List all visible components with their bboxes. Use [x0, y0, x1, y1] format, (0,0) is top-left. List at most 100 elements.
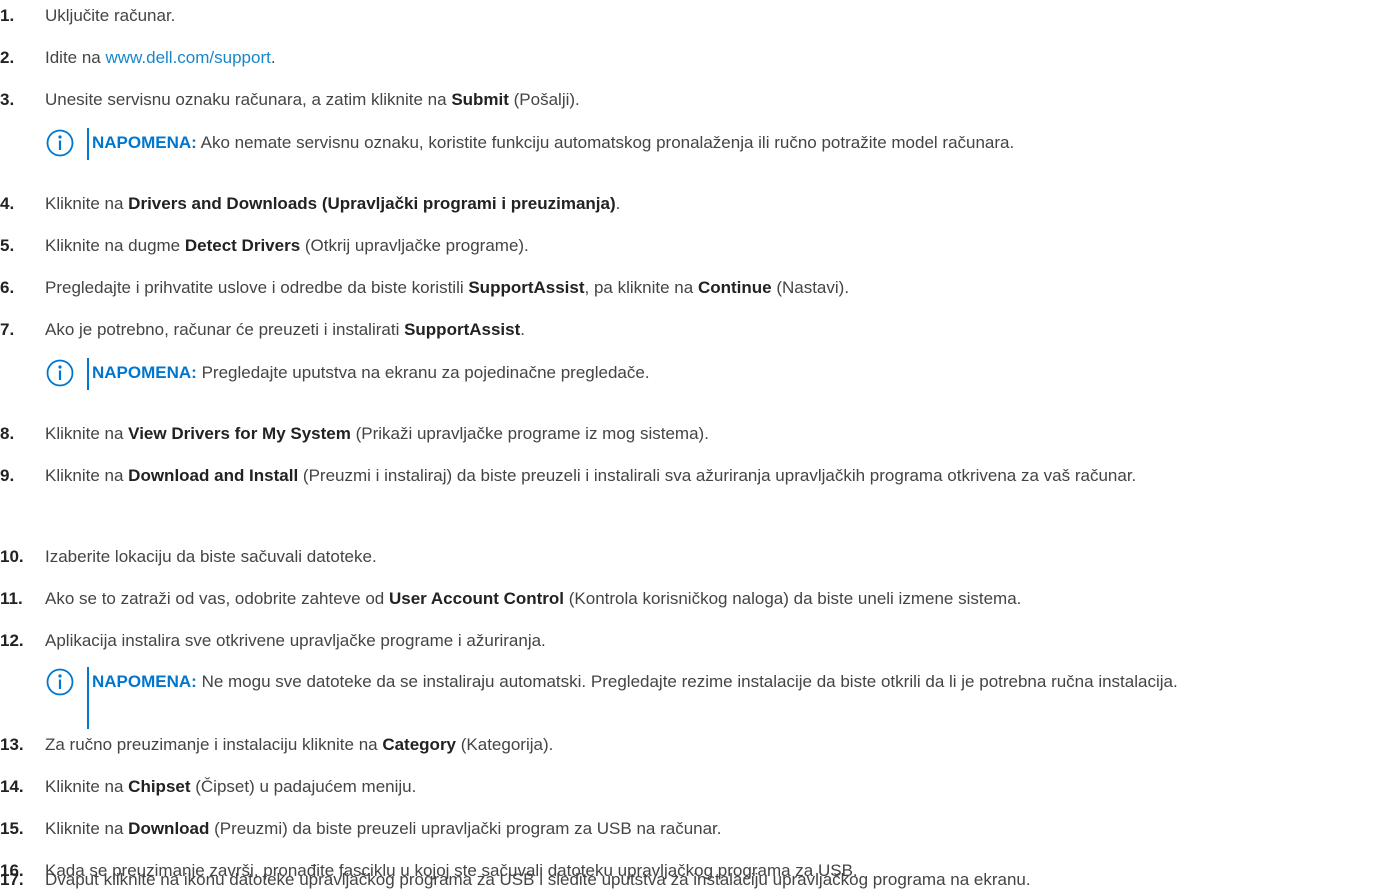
- step-text: Dvaput kliknite na ikonu datoteke upravl…: [0, 867, 1400, 892]
- info-icon: [45, 667, 79, 697]
- list-item: 15. Kliknite na Download (Preuzmi) da bis…: [0, 816, 1400, 841]
- step-text: Aplikacija instalira sve otkrivene uprav…: [0, 628, 1400, 653]
- step-text-part: (Kontrola korisničkog naloga) da biste u…: [564, 589, 1022, 608]
- step-number: 17.: [0, 870, 24, 889]
- list-item: 5. Kliknite na dugme Detect Drivers (Otkr…: [0, 233, 1400, 258]
- ui-term: Detect Drivers: [184, 236, 301, 255]
- list-item: 2. Idite na www.dell.com/support.: [0, 45, 1400, 70]
- step-text: Kliknite na Drivers and Downloads (Uprav…: [0, 191, 1400, 216]
- step-text-part: Kliknite na dugme: [45, 236, 185, 255]
- note-box: NAPOMENA: Ne mogu sve datoteke da se ins…: [45, 667, 1332, 731]
- step-number: 9.: [0, 466, 15, 485]
- step-text: Kliknite na dugme Detect Drivers (Otkrij…: [0, 233, 1400, 258]
- step-text: Kliknite na Download (Preuzmi) da biste …: [0, 816, 1400, 841]
- ui-term: SupportAssist: [404, 320, 521, 339]
- step-number: 15.: [0, 819, 24, 838]
- step-text: Kliknite na Download and Install (Preuzm…: [0, 463, 1394, 488]
- info-icon: [45, 358, 79, 388]
- step-text-part: (Prikaži upravljačke programe iz mog sis…: [350, 424, 709, 443]
- note-text: NAPOMENA: Ne mogu sve datoteke da se ins…: [45, 667, 1332, 697]
- step-number: 7.: [0, 320, 15, 339]
- step-text: Unesite servisnu oznaku računara, a zati…: [0, 87, 1400, 112]
- step-text: Kliknite na View Drivers for My System (…: [0, 421, 1400, 446]
- step-text-part: Za ručno preuzimanje i instalaciju klikn…: [45, 735, 383, 754]
- step-number: 12.: [0, 631, 24, 650]
- note-text: NAPOMENA: Ako nemate servisnu oznaku, ko…: [45, 128, 1332, 158]
- step-text-part: .: [615, 194, 621, 213]
- step-text-part: Uključite računar.: [45, 6, 176, 25]
- step-number: 13.: [0, 735, 24, 754]
- step-number: 10.: [0, 547, 24, 566]
- list-item: 4. Kliknite na Drivers and Downloads (Upr…: [0, 191, 1400, 216]
- note-divider: [87, 128, 89, 160]
- step-text-part: (Pošalji).: [508, 90, 580, 109]
- list-item: 13. Za ručno preuzimanje i instalaciju kl…: [0, 732, 1400, 757]
- step-text-part: (Otkrij upravljačke programe).: [300, 236, 529, 255]
- step-number: 3.: [0, 90, 15, 109]
- support-link[interactable]: www.dell.com/support: [106, 48, 271, 67]
- step-text-part: (Preuzmi) da biste preuzeli upravljački …: [209, 819, 722, 838]
- note-box: NAPOMENA: Ako nemate servisnu oznaku, ko…: [45, 128, 1332, 162]
- note-label: NAPOMENA:: [92, 363, 197, 382]
- step-number: 5.: [0, 236, 15, 255]
- list-item: 7. Ako je potrebno, računar će preuzeti i…: [0, 317, 1400, 342]
- ui-term: Chipset: [128, 777, 191, 796]
- step-text-part: Kliknite na: [45, 819, 129, 838]
- list-item: 14. Kliknite na Chipset (Čipset) u padaju…: [0, 774, 1400, 799]
- list-item: 10. Izaberite lokaciju da biste sačuvali …: [0, 544, 1400, 569]
- step-text: Izaberite lokaciju da biste sačuvali dat…: [0, 544, 1400, 569]
- step-text-part: (Čipset) u padajućem meniju.: [190, 777, 417, 796]
- step-text: Uključite računar.: [0, 3, 1400, 28]
- list-item: 12. Aplikacija instalira sve otkrivene up…: [0, 628, 1400, 653]
- step-text-part: (Kategorija).: [456, 735, 554, 754]
- note-box: NAPOMENA: Pregledajte uputstva na ekranu…: [45, 358, 1332, 392]
- note-body: Pregledajte uputstva na ekranu za pojedi…: [196, 363, 650, 382]
- note-label: NAPOMENA:: [92, 133, 197, 152]
- list-item: 17. Dvaput kliknite na ikonu datoteke upr…: [0, 867, 1400, 892]
- ui-term: Download: [128, 819, 210, 838]
- note-label: NAPOMENA:: [92, 672, 197, 691]
- step-text-part: .: [270, 48, 276, 67]
- step-number: 6.: [0, 278, 15, 297]
- step-number: 4.: [0, 194, 15, 213]
- ui-term: SupportAssist: [468, 278, 585, 297]
- info-icon: [45, 128, 79, 158]
- step-text-part: Unesite servisnu oznaku računara, a zati…: [45, 90, 452, 109]
- ui-term: Continue: [697, 278, 772, 297]
- step-number: 8.: [0, 424, 15, 443]
- step-number: 2.: [0, 48, 15, 67]
- note-divider: [87, 358, 89, 390]
- step-number: 1.: [0, 6, 15, 25]
- note-text: NAPOMENA: Pregledajte uputstva na ekranu…: [45, 358, 1332, 388]
- step-text-part: Kliknite na: [45, 466, 129, 485]
- list-item: 9. Kliknite na Download and Install (Preu…: [0, 463, 1394, 488]
- step-text: Ako se to zatraži od vas, odobrite zahte…: [0, 586, 1400, 611]
- step-text-part: Aplikacija instalira sve otkrivene uprav…: [45, 631, 546, 650]
- list-item: 3. Unesite servisnu oznaku računara, a za…: [0, 87, 1400, 112]
- note-body: Ne mogu sve datoteke da se instaliraju a…: [196, 672, 1178, 691]
- step-number: 14.: [0, 777, 24, 796]
- note-body: Ako nemate servisnu oznaku, koristite fu…: [196, 133, 1015, 152]
- step-text-part: (Preuzmi i instaliraj) da biste preuzeli…: [298, 466, 1137, 485]
- step-text-part: (Nastavi).: [771, 278, 850, 297]
- note-divider: [87, 667, 89, 729]
- step-text-part: , pa kliknite na: [584, 278, 698, 297]
- step-text-part: .: [520, 320, 525, 339]
- ui-term: Download and Install: [128, 466, 299, 485]
- step-text: Idite na www.dell.com/support.: [0, 45, 1400, 70]
- step-text-part: Dvaput kliknite na ikonu datoteke upravl…: [45, 870, 1031, 889]
- step-text-part: Ako je potrebno, računar će preuzeti i i…: [45, 320, 405, 339]
- step-text-part: Kliknite na: [45, 424, 129, 443]
- ui-term: Drivers and Downloads (Upravljački progr…: [128, 194, 616, 213]
- step-text: Kliknite na Chipset (Čipset) u padajućem…: [0, 774, 1400, 799]
- list-item: 6. Pregledajte i prihvatite uslove i odre…: [0, 275, 1400, 300]
- step-text: Pregledajte i prihvatite uslove i odredb…: [0, 275, 1400, 300]
- ui-term: User Account Control: [388, 589, 565, 608]
- step-text-part: Izaberite lokaciju da biste sačuvali dat…: [45, 547, 377, 566]
- step-text-part: Kliknite na: [45, 777, 129, 796]
- step-number: 11.: [0, 589, 23, 608]
- step-text-part: Kliknite na: [45, 194, 129, 213]
- step-text: Za ručno preuzimanje i instalaciju klikn…: [0, 732, 1400, 757]
- ui-term: Submit: [451, 90, 509, 109]
- ui-term: View Drivers for My System: [128, 424, 351, 443]
